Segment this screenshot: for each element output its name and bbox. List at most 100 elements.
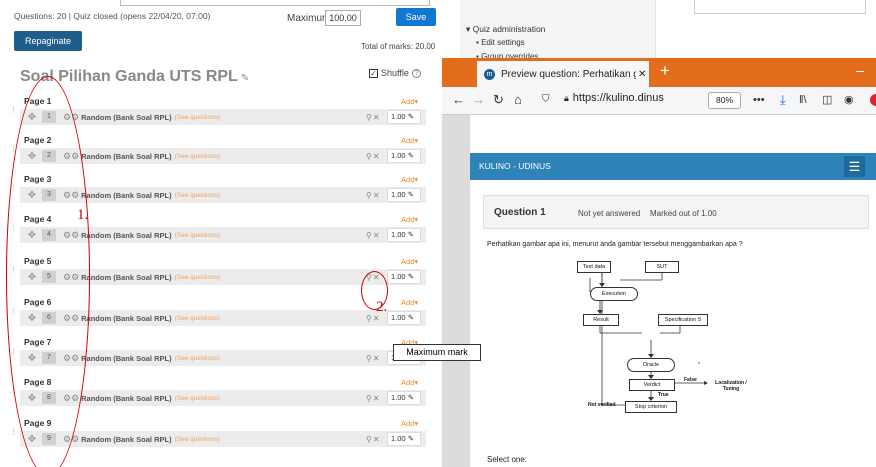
adblock-icon[interactable] [870, 94, 876, 106]
see-questions-link[interactable]: (See questions) [175, 232, 221, 239]
download-icon[interactable]: ⤓ [780, 93, 786, 107]
preview-delete-icons[interactable]: ⚲✕ [366, 152, 381, 161]
page-break-icon[interactable]: ⋮ [10, 308, 17, 315]
save-button[interactable]: Save [396, 8, 436, 26]
pencil-icon[interactable]: ✎ [408, 230, 414, 239]
add-menu-link[interactable]: Add▾ [401, 215, 418, 224]
max-mark-field[interactable]: 1.00 ✎ [387, 311, 421, 325]
see-questions-link[interactable]: (See questions) [175, 395, 221, 402]
see-questions-link[interactable]: (See questions) [175, 153, 221, 160]
preview-delete-icons[interactable]: ⚲✕ [366, 273, 381, 282]
shuffle-toggle[interactable]: ✓ Shuffle ? [369, 68, 421, 78]
add-menu-link[interactable]: Add▾ [401, 136, 418, 145]
new-tab-icon[interactable]: + [660, 61, 670, 81]
pencil-icon[interactable]: ✎ [241, 73, 249, 84]
preview-delete-icons[interactable]: ⚲✕ [366, 354, 381, 363]
home-icon[interactable]: ⌂ [514, 93, 522, 107]
question-name: Random (Bank Soal RPL) [81, 313, 172, 323]
preview-delete-icons[interactable]: ⚲✕ [366, 394, 381, 403]
random-question-icon: ⚙⚙ [63, 271, 80, 282]
pencil-icon[interactable]: ✎ [408, 393, 414, 402]
max-mark-field[interactable]: 1.00 ✎ [387, 432, 421, 446]
max-mark-value: 1.00 [391, 393, 406, 402]
zoom-indicator[interactable]: 80% [708, 92, 741, 109]
see-questions-link[interactable]: (See questions) [175, 192, 221, 199]
random-question-icon: ⚙⚙ [63, 312, 80, 323]
move-icon[interactable]: ✥ [26, 112, 38, 123]
minimize-icon[interactable]: – [856, 62, 864, 78]
pencil-icon[interactable]: ✎ [408, 151, 414, 160]
slot-number: 5 [42, 271, 56, 283]
shield-icon[interactable]: ⛉ [542, 93, 550, 107]
see-questions-link[interactable]: (See questions) [175, 274, 221, 281]
pencil-icon[interactable]: ✎ [408, 434, 414, 443]
slot-number: 8 [42, 392, 56, 404]
move-icon[interactable]: ✥ [26, 151, 38, 162]
move-icon[interactable]: ✥ [26, 190, 38, 201]
page-break-icon[interactable]: ⋮ [10, 185, 17, 192]
page-break-icon[interactable]: ⋮ [10, 429, 17, 436]
tab-title: Preview question: Perhatikan g [501, 68, 636, 80]
preview-delete-icons[interactable]: ⚲✕ [366, 191, 381, 200]
pencil-icon[interactable]: ✎ [408, 272, 414, 281]
page-break-icon[interactable]: ⋮ [10, 388, 17, 395]
add-menu-link[interactable]: Add▾ [401, 97, 418, 106]
preview-delete-icons[interactable]: ⚲✕ [366, 113, 381, 122]
preview-delete-icons[interactable]: ⚲✕ [366, 231, 381, 240]
see-questions-link[interactable]: (See questions) [175, 355, 221, 362]
back-icon[interactable]: ← [452, 93, 465, 107]
help-icon[interactable]: ? [411, 68, 421, 78]
diagram-localization: Localization / Tuning [715, 380, 747, 392]
move-icon[interactable]: ✥ [26, 313, 38, 324]
admin-title[interactable]: ▾ Quiz administration [466, 24, 545, 35]
question-slot: ✥ 1 ⚙⚙ Random (Bank Soal RPL) (See questions… [20, 109, 426, 125]
page-actions-icon[interactable]: ••• [753, 93, 765, 107]
url-field[interactable]: 🔒︎ https://kulino.dinus [564, 92, 664, 104]
question-slot: ✥ 6 ⚙⚙ Random (Bank Soal RPL) (See questions… [20, 310, 426, 326]
max-grade-input[interactable]: 100.00 [325, 10, 361, 26]
see-questions-link[interactable]: (See questions) [175, 114, 221, 121]
move-icon[interactable]: ✥ [26, 434, 38, 445]
page-break-icon[interactable]: ⋮ [10, 107, 17, 114]
move-icon[interactable]: ✥ [26, 353, 38, 364]
page-break-icon[interactable]: ⋮ [10, 225, 17, 232]
add-menu-link[interactable]: Add▾ [401, 175, 418, 184]
preview-delete-icons[interactable]: ⚲✕ [366, 435, 381, 444]
add-menu-link[interactable]: Add▾ [401, 419, 418, 428]
max-mark-value: 1.00 [391, 230, 406, 239]
forward-icon[interactable]: → [472, 93, 485, 107]
max-mark-field[interactable]: 1.00 ✎ [387, 270, 421, 284]
page-break-icon[interactable]: ⋮ [10, 348, 17, 355]
add-menu-link[interactable]: Add▾ [401, 298, 418, 307]
repaginate-button[interactable]: Repaginate [14, 31, 82, 51]
diagram-sut: SUT [645, 261, 679, 273]
tab-preview-question[interactable]: m Preview question: Perhatikan g ✕ [477, 61, 649, 87]
shuffle-checkbox[interactable]: ✓ [369, 68, 378, 78]
admin-item-edit-settings[interactable]: ▪ Edit settings [476, 38, 525, 47]
max-mark-field[interactable]: 1.00 ✎ [387, 391, 421, 405]
add-menu-link[interactable]: Add▾ [401, 257, 418, 266]
page-break-icon[interactable]: ⋮ [10, 146, 17, 153]
max-mark-field[interactable]: 1.00 ✎ [387, 149, 421, 163]
sidebar-icon[interactable]: ◫ [822, 93, 832, 107]
max-mark-field[interactable]: 1.00 ✎ [387, 110, 421, 124]
page-break-icon[interactable]: ⋮ [10, 267, 17, 274]
move-icon[interactable]: ✥ [26, 230, 38, 241]
question-slot: ✥ 3 ⚙⚙ Random (Bank Soal RPL) (See questions… [20, 187, 426, 203]
close-icon[interactable]: ✕ [638, 69, 646, 80]
pencil-icon[interactable]: ✎ [408, 112, 414, 121]
pencil-icon[interactable]: ✎ [408, 190, 414, 199]
move-icon[interactable]: ✥ [26, 393, 38, 404]
move-icon[interactable]: ✥ [26, 272, 38, 283]
pencil-icon[interactable]: ✎ [408, 313, 414, 322]
see-questions-link[interactable]: (See questions) [175, 315, 221, 322]
moodle-favicon-icon: m [484, 68, 495, 80]
add-menu-link[interactable]: Add▾ [401, 378, 418, 387]
max-mark-field[interactable]: 1.00 ✎ [387, 228, 421, 242]
browser-content: KULINO - UDINUS ☰ Question 1 Not yet ans… [442, 115, 876, 467]
max-mark-field[interactable]: 1.00 ✎ [387, 188, 421, 202]
account-icon[interactable]: ◉ [844, 93, 854, 107]
reload-icon[interactable]: ↻ [493, 93, 504, 107]
see-questions-link[interactable]: (See questions) [175, 436, 221, 443]
library-icon[interactable]: ‖\ [799, 93, 807, 107]
